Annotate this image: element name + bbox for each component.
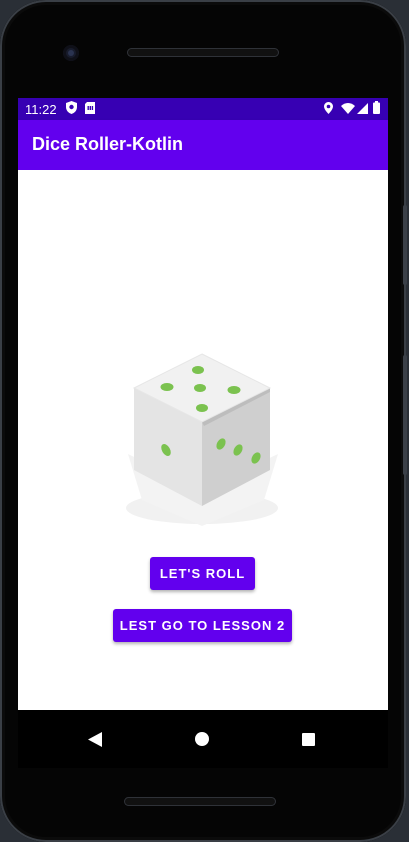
bottom-speaker: [124, 797, 276, 806]
status-time: 11:22: [25, 101, 57, 117]
dice-image[interactable]: [124, 350, 280, 526]
status-bar: 11:22: [18, 98, 388, 120]
battery-icon: [373, 101, 380, 117]
recents-icon[interactable]: [295, 726, 321, 752]
volume-button: [403, 355, 407, 475]
phone-frame: 11:22 Dice Roller-Kotlin LET'S ROLL LEST…: [0, 0, 407, 842]
location-icon: [324, 101, 333, 117]
main-content: LET'S ROLL LEST GO TO LESSON 2: [18, 170, 388, 710]
sim-card-icon: [84, 101, 95, 117]
navigation-bar: [18, 710, 388, 768]
app-bar: Dice Roller-Kotlin: [18, 120, 388, 170]
wifi-icon: [341, 102, 355, 117]
front-camera: [63, 45, 79, 61]
app-title: Dice Roller-Kotlin: [32, 134, 184, 154]
power-button: [403, 205, 407, 285]
roll-button[interactable]: LET'S ROLL: [150, 557, 255, 590]
shield-icon: [65, 101, 77, 117]
back-icon[interactable]: [82, 726, 108, 752]
home-icon[interactable]: [189, 726, 215, 752]
device-screen: 11:22 Dice Roller-Kotlin LET'S ROLL LEST…: [18, 98, 388, 768]
signal-icon: [357, 102, 368, 117]
earpiece-speaker: [127, 48, 279, 57]
lesson-2-button[interactable]: LEST GO TO LESSON 2: [113, 609, 292, 642]
